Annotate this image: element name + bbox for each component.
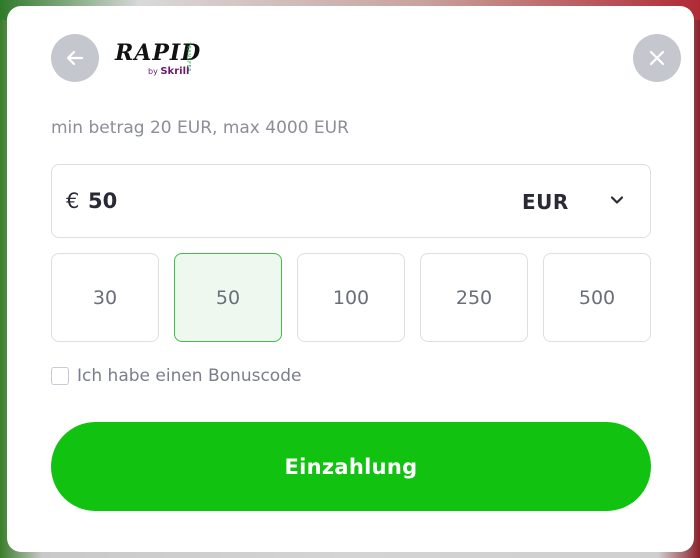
close-button[interactable] xyxy=(633,34,681,82)
amount-input[interactable] xyxy=(88,183,468,219)
logo-by-skrill: by Skrill xyxy=(148,66,189,77)
preset-amount-50[interactable]: 50 xyxy=(174,253,282,342)
chevron-down-icon xyxy=(610,196,624,204)
deposit-button[interactable]: Einzahlung xyxy=(51,422,651,511)
deposit-button-label: Einzahlung xyxy=(284,454,418,479)
currency-symbol: € xyxy=(66,189,80,213)
amount-field: € EUR xyxy=(51,164,651,238)
preset-amount-500[interactable]: 500 xyxy=(543,253,651,342)
back-button[interactable] xyxy=(51,34,99,82)
bonus-code-checkbox[interactable] xyxy=(51,367,69,385)
preset-amount-30[interactable]: 30 xyxy=(51,253,159,342)
bonus-code-label: Ich habe einen Bonuscode xyxy=(77,366,302,386)
deposit-modal: RAPID TRANSFER by Skrill min betrag 20 E… xyxy=(7,6,694,552)
arrow-left-icon xyxy=(66,50,84,66)
preset-amounts: 30 50 100 250 500 xyxy=(51,253,651,343)
preset-amount-250[interactable]: 250 xyxy=(420,253,528,342)
preset-amount-100[interactable]: 100 xyxy=(297,253,405,342)
close-icon xyxy=(649,50,665,66)
currency-code: EUR xyxy=(522,190,569,214)
amount-limits-text: min betrag 20 EUR, max 4000 EUR xyxy=(51,118,349,138)
logo-brand-text: Skrill xyxy=(160,66,190,77)
rapid-transfer-logo: RAPID TRANSFER by Skrill xyxy=(115,36,200,82)
currency-dropdown[interactable]: EUR xyxy=(522,185,632,219)
logo-by-text: by xyxy=(148,67,158,76)
bonus-code-toggle[interactable]: Ich habe einen Bonuscode xyxy=(51,366,301,386)
